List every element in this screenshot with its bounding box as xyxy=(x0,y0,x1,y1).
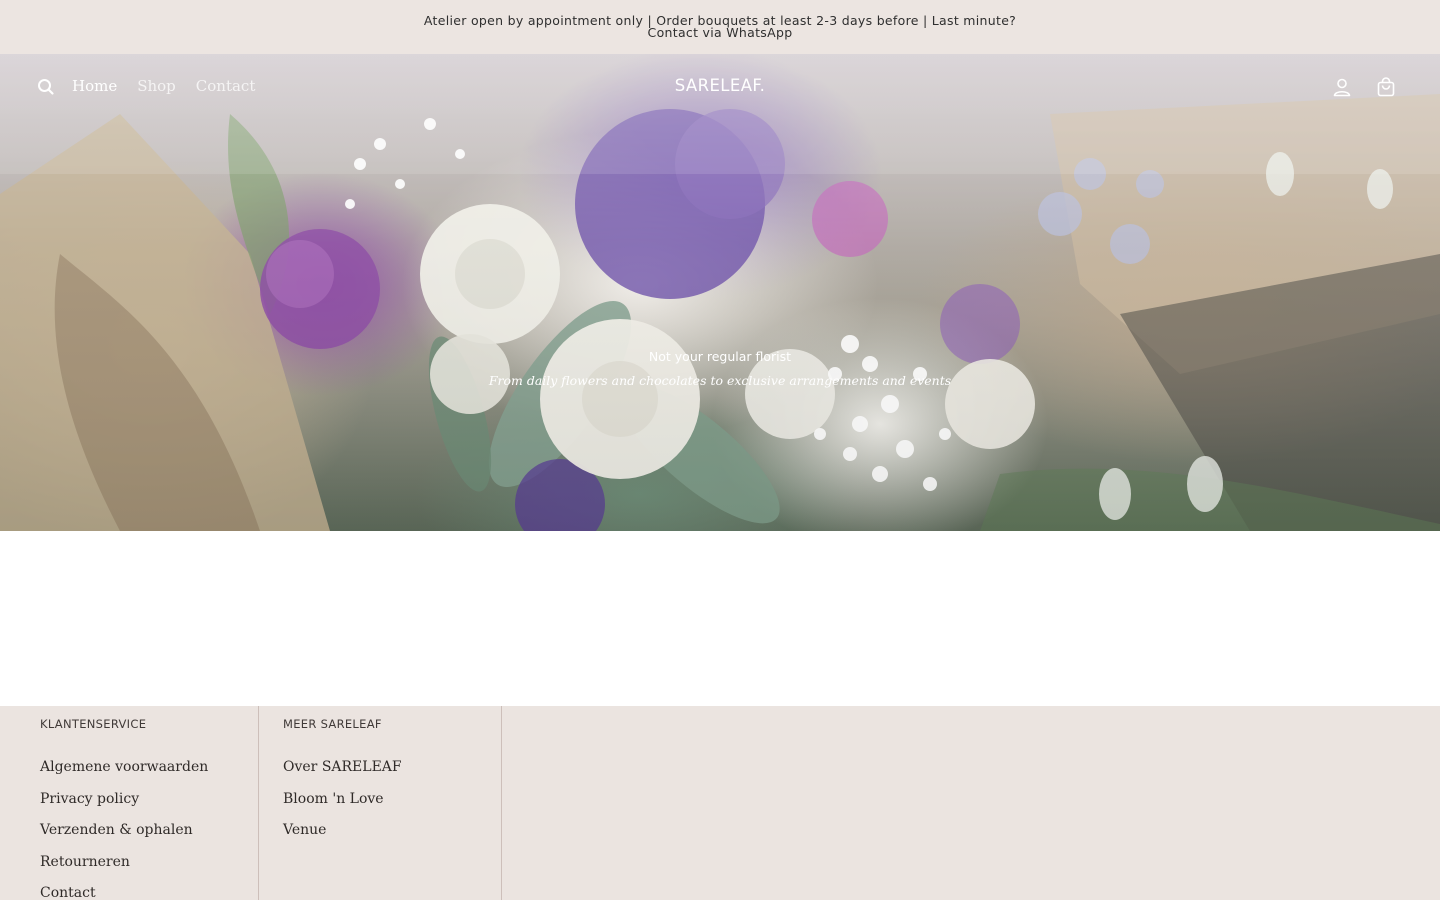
hero-overlay xyxy=(0,54,1440,531)
site-footer: KLANTENSERVICE Algemene voorwaarden Priv… xyxy=(0,706,1440,900)
footer-column-meer-sareleaf: MEER SARELEAF Over SARELEAF Bloom 'n Lov… xyxy=(259,706,502,900)
footer-link-shipping[interactable]: Verzenden & ophalen xyxy=(40,815,258,847)
footer-link-returns[interactable]: Retourneren xyxy=(40,847,258,879)
hero-heading: Not your regular florist xyxy=(648,349,792,364)
footer-link-contact[interactable]: Contact xyxy=(40,878,258,900)
hero-text: Not your regular florist From daily flow… xyxy=(0,349,1440,388)
hero-banner: Not your regular florist From daily flow… xyxy=(0,54,1440,531)
site-header: Home Shop Contact SARELEAF. xyxy=(0,54,1440,120)
footer-link-privacy[interactable]: Privacy policy xyxy=(40,784,258,816)
search-icon[interactable] xyxy=(36,77,56,97)
footer-heading: MEER SARELEAF xyxy=(283,717,382,731)
announcement-text: Atelier open by appointment only | Order… xyxy=(423,13,1017,40)
footer-link-bloom-n-love[interactable]: Bloom 'n Love xyxy=(283,784,501,816)
account-icon[interactable] xyxy=(1331,76,1353,98)
nav-home[interactable]: Home xyxy=(72,77,117,95)
shopping-bag-icon[interactable] xyxy=(1375,76,1397,98)
nav-shop[interactable]: Shop xyxy=(137,77,176,95)
announcement-bar: Atelier open by appointment only | Order… xyxy=(0,0,1440,54)
footer-heading: KLANTENSERVICE xyxy=(40,717,147,731)
footer-link-about[interactable]: Over SARELEAF xyxy=(283,752,501,784)
main-nav: Home Shop Contact xyxy=(72,77,255,95)
nav-contact[interactable]: Contact xyxy=(196,77,256,95)
footer-link-terms[interactable]: Algemene voorwaarden xyxy=(40,752,258,784)
footer-column-klantenservice: KLANTENSERVICE Algemene voorwaarden Priv… xyxy=(0,706,259,900)
footer-link-venue[interactable]: Venue xyxy=(283,815,501,847)
hero-subheading: From daily flowers and chocolates to exc… xyxy=(488,373,952,388)
